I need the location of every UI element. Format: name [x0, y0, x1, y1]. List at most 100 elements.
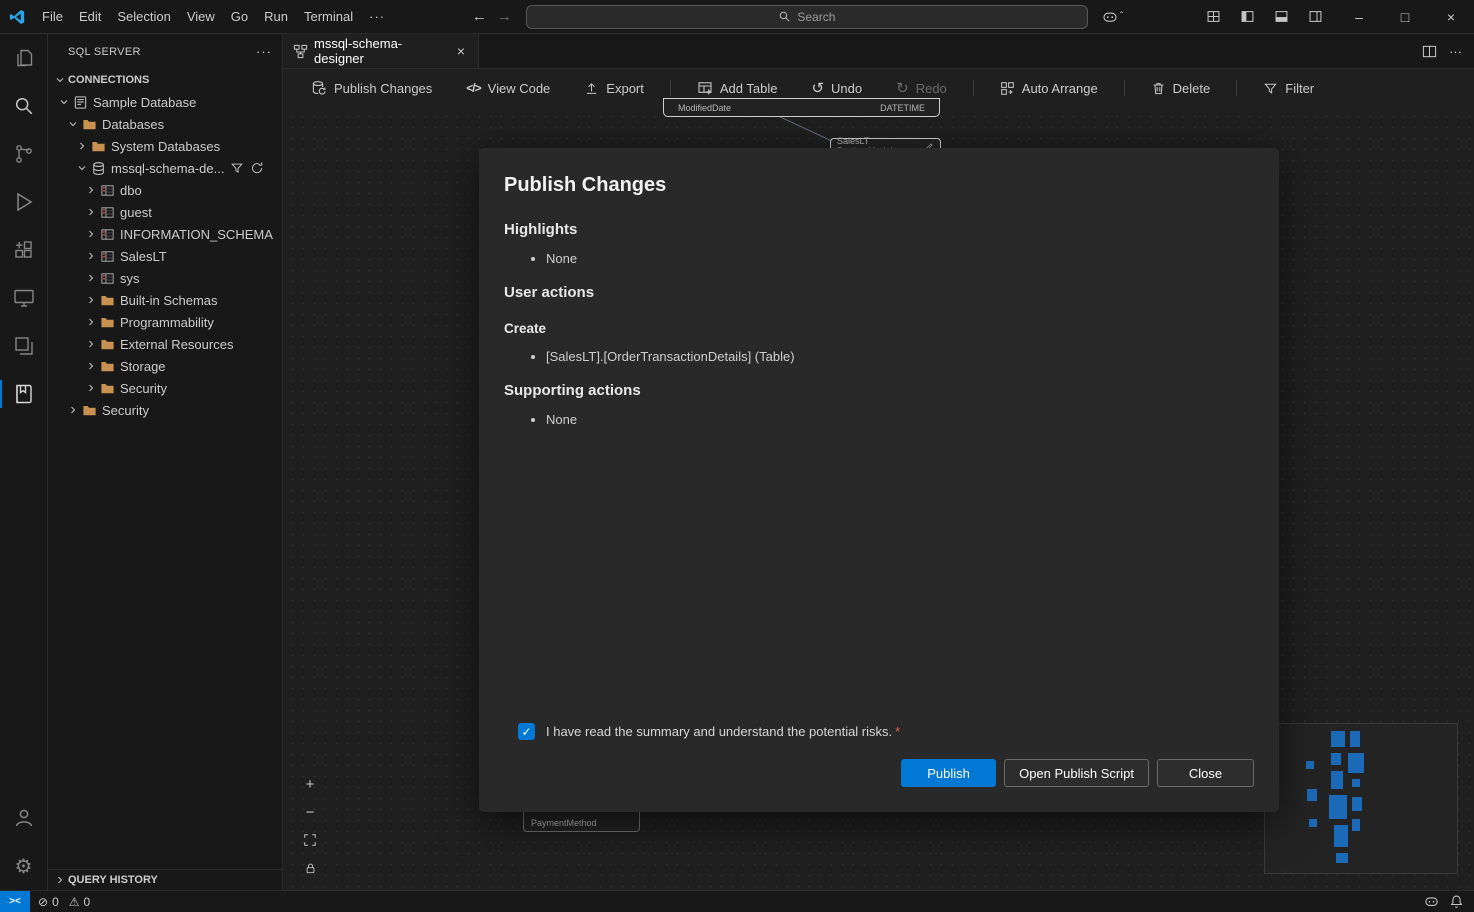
- view-code-button[interactable]: </> View Code: [456, 76, 560, 101]
- search-placeholder: Search: [797, 10, 835, 24]
- risk-acknowledgement-row: ✓ I have read the summary and understand…: [518, 723, 900, 740]
- open-publish-script-button[interactable]: Open Publish Script: [1004, 759, 1149, 787]
- close-tab-icon[interactable]: ×: [452, 43, 470, 59]
- tree-item-sys[interactable]: sys: [48, 267, 282, 289]
- publish-changes-button[interactable]: Publish Changes: [301, 75, 442, 101]
- tree-item-mssql-schema-database[interactable]: mssql-schema-de...: [48, 157, 282, 179]
- run-debug-icon[interactable]: [0, 178, 48, 226]
- sidebar-more-actions-button[interactable]: ···: [256, 44, 272, 59]
- tree-section-connections[interactable]: CONNECTIONS: [48, 69, 282, 91]
- sql-server-extension-icon[interactable]: [0, 370, 48, 418]
- explorer-icon[interactable]: [0, 34, 48, 82]
- remote-explorer-icon[interactable]: [0, 274, 48, 322]
- filter-button[interactable]: Filter: [1253, 76, 1324, 101]
- zoom-out-button[interactable]: −: [300, 802, 320, 822]
- fit-view-button[interactable]: [300, 830, 320, 850]
- tab-bar: mssql-schema-designer × ···: [283, 34, 1474, 69]
- tree-item-built-in-schemas[interactable]: Built-in Schemas: [48, 289, 282, 311]
- tree-item-label: External Resources: [120, 337, 233, 352]
- chevron-right-icon[interactable]: [83, 270, 99, 286]
- toggle-secondary-sidebar-icon[interactable]: [1304, 6, 1326, 28]
- filter-icon[interactable]: [230, 161, 244, 175]
- chevron-right-icon[interactable]: [83, 314, 99, 330]
- chevron-right-icon[interactable]: [74, 138, 90, 154]
- tree-item-external-resources[interactable]: External Resources: [48, 333, 282, 355]
- query-history-section[interactable]: QUERY HISTORY: [48, 869, 282, 890]
- chevron-down-icon[interactable]: [74, 160, 90, 176]
- zoom-in-button[interactable]: +: [300, 774, 320, 794]
- chevron-right-icon[interactable]: [83, 226, 99, 242]
- panels-icon[interactable]: [0, 322, 48, 370]
- toggle-sidebar-icon[interactable]: [1236, 6, 1258, 28]
- split-editor-icon[interactable]: [1422, 44, 1437, 59]
- tree-item-saleslt[interactable]: SalesLT: [48, 245, 282, 267]
- close-dialog-button[interactable]: Close: [1157, 759, 1254, 787]
- menu-file[interactable]: File: [34, 6, 71, 27]
- more-actions-icon[interactable]: ···: [1449, 44, 1462, 59]
- toggle-panel-icon[interactable]: [1270, 6, 1292, 28]
- chevron-right-icon[interactable]: [83, 182, 99, 198]
- tree-item-programmability[interactable]: Programmability: [48, 311, 282, 333]
- tree-item-security-outer[interactable]: Security: [48, 399, 282, 421]
- problems-indicator[interactable]: ⊘0 ⚠0: [30, 895, 98, 909]
- chevron-down-icon[interactable]: [56, 94, 72, 110]
- chevron-right-icon[interactable]: [83, 248, 99, 264]
- remote-indicator[interactable]: ><: [0, 891, 30, 912]
- tree-item-storage[interactable]: Storage: [48, 355, 282, 377]
- copilot-status-icon[interactable]: [1424, 894, 1439, 909]
- menu-run[interactable]: Run: [256, 6, 296, 27]
- copilot-menu[interactable]: ˆ: [1102, 9, 1123, 25]
- chevron-right-icon[interactable]: [83, 292, 99, 308]
- chevron-down-icon[interactable]: [65, 116, 81, 132]
- account-icon[interactable]: [0, 794, 48, 842]
- maximize-button[interactable]: □: [1382, 0, 1428, 34]
- tree-item-actions: [230, 161, 264, 175]
- warning-count: 0: [84, 895, 91, 909]
- close-window-button[interactable]: ×: [1428, 0, 1474, 34]
- canvas-minimap[interactable]: [1264, 723, 1458, 874]
- customize-layout-icon[interactable]: [1202, 6, 1224, 28]
- delete-button[interactable]: Delete: [1141, 76, 1221, 101]
- menu-more-button[interactable]: ···: [361, 6, 393, 27]
- minimize-button[interactable]: –: [1336, 0, 1382, 34]
- settings-gear-icon[interactable]: ⚙: [0, 842, 48, 890]
- forward-arrow-icon[interactable]: →: [497, 8, 512, 25]
- notifications-bell-icon[interactable]: [1449, 894, 1464, 909]
- list-item: None: [546, 412, 1254, 427]
- schema-icon: [99, 204, 115, 220]
- refresh-icon[interactable]: [250, 161, 264, 175]
- tab-mssql-schema-designer[interactable]: mssql-schema-designer ×: [283, 34, 479, 68]
- toolbar-separator: [670, 80, 671, 96]
- chevron-right-icon[interactable]: [83, 358, 99, 374]
- publish-button[interactable]: Publish: [901, 759, 996, 787]
- folder-icon: [99, 314, 115, 330]
- menu-edit[interactable]: Edit: [71, 6, 109, 27]
- tree-item-system-databases[interactable]: System Databases: [48, 135, 282, 157]
- back-arrow-icon[interactable]: ←: [472, 8, 487, 25]
- menu-go[interactable]: Go: [223, 6, 256, 27]
- tree-item-security[interactable]: Security: [48, 377, 282, 399]
- auto-arrange-button[interactable]: Auto Arrange: [990, 76, 1108, 101]
- tree-item-dbo[interactable]: dbo: [48, 179, 282, 201]
- risk-checkbox[interactable]: ✓: [518, 723, 535, 740]
- menu-terminal[interactable]: Terminal: [296, 6, 361, 27]
- tree-item-databases[interactable]: Databases: [48, 113, 282, 135]
- table-card-fragment[interactable]: ModifiedDate DATETIME: [663, 98, 940, 117]
- tree-item-sample-database[interactable]: Sample Database: [48, 91, 282, 113]
- command-center-search[interactable]: Search: [526, 5, 1088, 29]
- extensions-icon[interactable]: [0, 226, 48, 274]
- chevron-right-icon[interactable]: [83, 204, 99, 220]
- tree-item-information-schema[interactable]: INFORMATION_SCHEMA: [48, 223, 282, 245]
- chevron-down-icon[interactable]: [52, 72, 68, 88]
- tree-item-guest[interactable]: guest: [48, 201, 282, 223]
- search-view-icon[interactable]: [0, 82, 48, 130]
- export-button[interactable]: Export: [574, 76, 654, 101]
- menu-view[interactable]: View: [179, 6, 223, 27]
- schema-icon: [99, 182, 115, 198]
- chevron-right-icon[interactable]: [83, 336, 99, 352]
- source-control-icon[interactable]: [0, 130, 48, 178]
- chevron-right-icon[interactable]: [65, 402, 81, 418]
- chevron-right-icon[interactable]: [83, 380, 99, 396]
- lock-button[interactable]: [300, 858, 320, 878]
- menu-selection[interactable]: Selection: [109, 6, 178, 27]
